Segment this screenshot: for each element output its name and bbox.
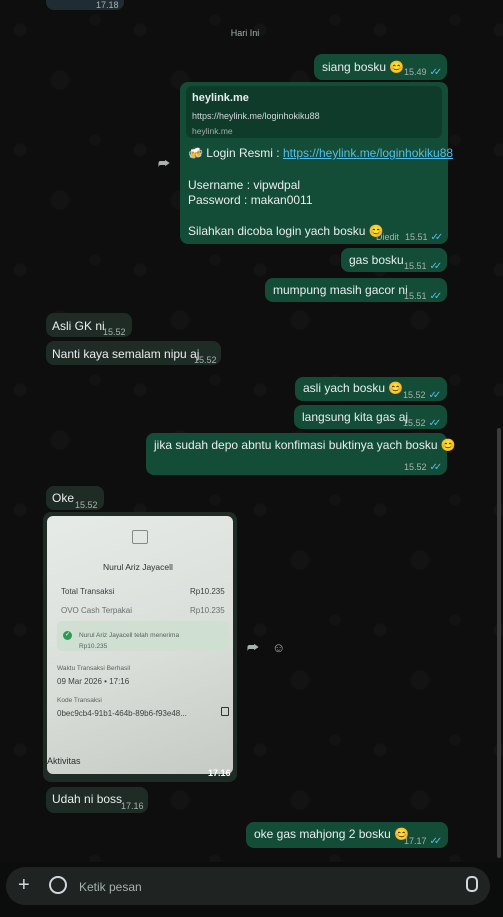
outgoing-message-link[interactable]: heylink.me https://heylink.me/loginhokik…	[180, 82, 453, 244]
message-meta: Diedit 15.51 ✓✓	[376, 232, 444, 243]
received-banner: ✓ Nurul Ariz Jayacell telah menerima Rp1…	[57, 621, 229, 651]
received-amount: Rp10.235	[79, 643, 108, 650]
message-time: 17.16	[121, 801, 144, 811]
read-ticks-icon: ✓✓	[428, 418, 442, 429]
microphone-icon[interactable]	[466, 876, 478, 892]
read-ticks-icon: ✓✓	[429, 261, 443, 272]
read-ticks-icon: ✓✓	[428, 390, 442, 401]
message-text: Oke	[52, 491, 75, 505]
message-text: oke gas mahjong 2 bosku 😊	[254, 827, 410, 841]
read-ticks-icon: ✓✓	[430, 232, 444, 243]
forward-icon[interactable]: ⮫	[158, 156, 170, 172]
message-text: gas bosku	[349, 253, 404, 267]
incoming-message[interactable]: Nanti kaya semalam nipu aj 15.52	[46, 341, 221, 365]
ovo-label: OVO Cash Terpakai	[61, 606, 132, 615]
closing-line: Silahkan dicoba login yach bosku 😊	[188, 224, 384, 238]
login-line: 🍻 Login Resmi : https://heylink.me/login…	[188, 146, 454, 160]
total-label: Total Transaksi	[61, 587, 115, 596]
emoji-reaction-icon[interactable]: ☺	[272, 640, 285, 655]
message-text: mumpung masih gacor ni	[273, 283, 408, 297]
ovo-value: Rp10.235	[190, 606, 225, 615]
message-time: 15.52	[103, 327, 126, 337]
composer-bar: +	[0, 862, 503, 917]
message-input[interactable]	[77, 876, 441, 898]
preview-url: https://heylink.me/loginhokiku88	[192, 111, 320, 121]
read-ticks-icon: ✓✓	[429, 462, 443, 473]
message-text: Nanti kaya semalam nipu aj	[52, 347, 200, 361]
message-time: 15.52	[75, 500, 98, 510]
composer-input-container: +	[6, 867, 490, 905]
message-time: 17.18	[96, 0, 119, 10]
chat-area[interactable]: 17.18 Hari Ini siang bosku 😊 15.49 ✓✓ ⮫ h…	[0, 0, 503, 862]
image-time: 17.16	[208, 768, 231, 778]
day-separator: Hari Ini	[230, 28, 260, 38]
message-text: Udah ni boss	[52, 792, 123, 806]
message-meta: 15.52 ✓✓	[403, 418, 442, 429]
copy-icon	[221, 707, 229, 716]
message-meta: 15.49 ✓✓	[404, 67, 443, 78]
forward-icon[interactable]: ⮫	[247, 640, 259, 656]
outgoing-message[interactable]: mumpung masih gacor ni 15.51 ✓✓	[265, 278, 447, 302]
outgoing-message[interactable]: siang bosku 😊 15.49 ✓✓	[314, 54, 447, 80]
message-text: jika sudah depo abntu konfimasi buktinya…	[154, 438, 456, 452]
message-text: siang bosku 😊	[322, 60, 405, 74]
payment-receipt-image[interactable]: Nurul Ariz Jayacell Total Transaksi Rp10…	[47, 516, 233, 774]
incoming-image-message[interactable]: Nurul Ariz Jayacell Total Transaksi Rp10…	[43, 512, 237, 782]
message-text: Asli GK ni	[52, 319, 105, 333]
outgoing-message[interactable]: asli yach bosku 😊 15.52 ✓✓	[295, 377, 447, 401]
preview-title: heylink.me	[192, 92, 249, 104]
total-value: Rp10.235	[190, 587, 225, 596]
code-value: 0bec9cb4-91b1-464b-89b6-f93e48...	[57, 709, 187, 718]
outgoing-message[interactable]: langsung kita gas aj 15.52 ✓✓	[294, 405, 447, 429]
message-meta: 15.52 ✓✓	[403, 390, 442, 401]
message-text: langsung kita gas aj	[302, 410, 409, 424]
message-meta: 17.17 ✓✓	[404, 836, 443, 847]
outgoing-message[interactable]: oke gas mahjong 2 bosku 😊 17.17 ✓✓	[246, 822, 448, 848]
message-time: 15.52	[194, 355, 217, 365]
incoming-message[interactable]: Asli GK ni 15.52	[46, 313, 132, 337]
password-line: Password : makan0011	[188, 193, 313, 207]
read-ticks-icon: ✓✓	[429, 67, 443, 78]
check-icon: ✓	[63, 631, 72, 640]
login-link[interactable]: https://heylink.me/loginhokiku88	[283, 146, 453, 160]
merchant-name: Nurul Ariz Jayacell	[103, 562, 173, 572]
outgoing-message[interactable]: jika sudah depo abntu konfimasi buktinya…	[146, 433, 456, 475]
read-ticks-icon: ✓✓	[429, 291, 443, 302]
message-meta: 15.51 ✓✓	[404, 261, 443, 272]
outgoing-message[interactable]: gas bosku 15.51 ✓✓	[341, 248, 447, 272]
plus-icon[interactable]: +	[18, 873, 30, 897]
date-value: 09 Mar 2026 • 17:16	[57, 677, 130, 686]
message-text: asli yach bosku 😊	[303, 381, 404, 395]
message-meta: 15.51 ✓✓	[404, 291, 443, 302]
incoming-message[interactable]: Udah ni boss 17.16	[46, 787, 148, 813]
incoming-message[interactable]: Oke 15.52	[46, 486, 104, 510]
sticker-icon[interactable]	[49, 876, 67, 894]
link-preview[interactable]: heylink.me https://heylink.me/loginhokik…	[186, 86, 442, 138]
preview-domain: heylink.me	[192, 126, 233, 136]
message-partial[interactable]: 17.18	[46, 0, 124, 10]
username-line: Username : vipwdpal	[188, 178, 301, 192]
activity-label: Aktivitas	[47, 756, 81, 766]
message-meta: 15.52 ✓✓	[404, 462, 443, 473]
read-ticks-icon: ✓✓	[429, 836, 443, 847]
store-icon	[132, 530, 148, 544]
scrollbar[interactable]	[497, 428, 501, 858]
